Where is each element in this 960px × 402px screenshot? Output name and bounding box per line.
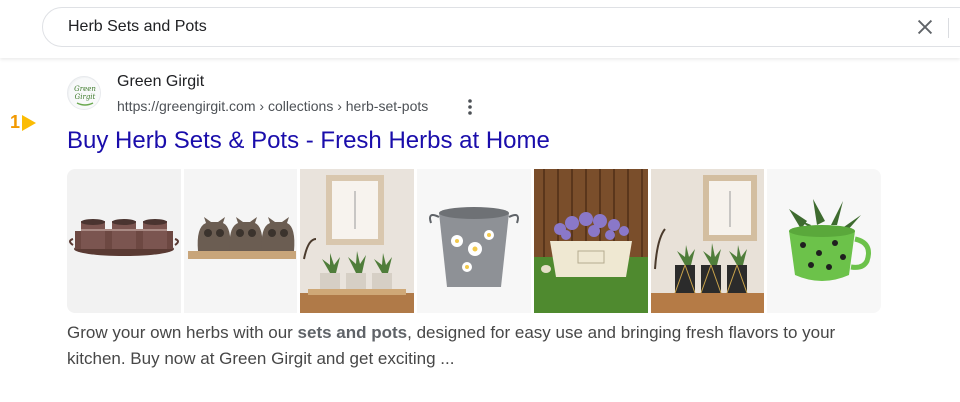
green-dotted-cup-planter-image[interactable] [767,169,881,313]
search-input[interactable]: Herb Sets and Pots [42,7,960,47]
search-query-text[interactable]: Herb Sets and Pots [68,18,207,36]
copper-tin-planter-set-image[interactable] [67,169,181,313]
more-vert-icon[interactable] [465,97,475,117]
rank-arrow-icon [22,114,37,131]
site-url[interactable]: https://greengirgit.com › collections › … [117,98,428,114]
search-header: Herb Sets and Pots [0,0,960,58]
site-name[interactable]: Green Girgit [117,73,204,91]
black-pots-succulent-image[interactable] [650,169,765,313]
result-snippet: Grow your own herbs with our sets and po… [67,320,887,372]
result-image-strip [67,169,881,313]
owl-planter-set-image[interactable] [183,169,298,313]
search-divider [948,18,949,38]
lavender-planter-image[interactable] [533,169,648,313]
result-rank-marker: 1 [10,112,37,133]
floral-tin-bucket-image[interactable] [417,169,531,313]
search-result: 1 Green Girgit Green Girgit https://gree… [0,58,960,402]
result-rank-number: 1 [10,112,21,132]
snippet-text-start: Grow your own herbs with our [67,323,298,342]
result-title-link[interactable]: Buy Herb Sets & Pots - Fresh Herbs at Ho… [67,127,550,155]
svg-text:Green: Green [74,85,96,93]
close-icon[interactable] [914,16,936,38]
green-girgit-logo-icon: Green Girgit [69,78,100,109]
succulent-trio-shelf-image[interactable] [300,169,415,313]
snippet-highlight: sets and pots [297,323,408,342]
svg-text:Girgit: Girgit [75,93,96,101]
site-favicon[interactable]: Green Girgit [67,76,101,110]
